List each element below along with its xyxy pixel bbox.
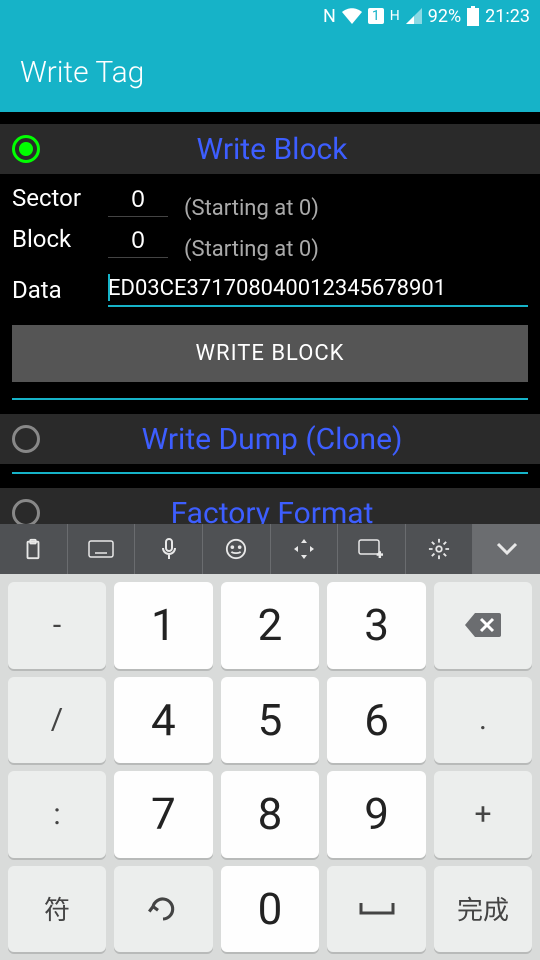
key-colon[interactable]: :: [8, 771, 106, 858]
key-0[interactable]: 0: [221, 866, 320, 953]
hint-block: (Starting at 0): [184, 225, 319, 262]
key-3[interactable]: 3: [327, 582, 426, 669]
write-block-button[interactable]: WRITE BLOCK: [12, 325, 528, 382]
keyboard-icon[interactable]: [68, 524, 136, 574]
key-backspace[interactable]: [434, 582, 532, 669]
signal-icon: [406, 8, 422, 24]
app-title-bar: Write Tag: [0, 32, 540, 112]
gear-icon[interactable]: [406, 524, 474, 574]
keyboard-settings-icon[interactable]: +: [338, 524, 406, 574]
row-sector: Sector (Starting at 0): [0, 182, 540, 223]
key-space[interactable]: [327, 866, 426, 953]
label-block: Block: [12, 225, 92, 253]
section-write-block[interactable]: Write Block: [0, 124, 540, 174]
input-data[interactable]: ED03CE371708040012345678901: [108, 272, 528, 307]
key-4[interactable]: 4: [114, 677, 213, 764]
sim-icon: 1: [368, 8, 384, 24]
key-slash[interactable]: /: [8, 677, 106, 764]
key-plus-side[interactable]: +: [434, 771, 532, 858]
collapse-keyboard-icon[interactable]: [473, 524, 540, 574]
section-write-dump[interactable]: Write Dump (Clone): [0, 414, 540, 464]
page-title: Write Tag: [20, 55, 144, 90]
network-type-icon: H: [390, 8, 400, 24]
clipboard-icon[interactable]: [0, 524, 68, 574]
label-data: Data: [12, 276, 92, 304]
row-block: Block (Starting at 0): [0, 223, 540, 264]
numeric-keyboard: - 1 2 3 / 4 5 6 . : 7 8 9 + 符 0 完成: [0, 574, 540, 960]
hint-sector: (Starting at 0): [184, 184, 319, 221]
battery-icon: [467, 6, 479, 26]
row-data: Data ED03CE371708040012345678901: [0, 270, 540, 309]
key-6[interactable]: 6: [327, 677, 426, 764]
key-5[interactable]: 5: [221, 677, 320, 764]
input-sector[interactable]: [108, 184, 168, 217]
divider: [12, 398, 528, 400]
battery-percent: 92%: [428, 6, 461, 27]
key-8[interactable]: 8: [221, 771, 320, 858]
section-title-write-block: Write Block: [16, 132, 528, 167]
clock: 21:23: [485, 6, 530, 27]
key-period-side[interactable]: .: [434, 677, 532, 764]
divider: [12, 472, 528, 474]
mic-icon[interactable]: [135, 524, 203, 574]
wifi-icon: [342, 8, 362, 24]
input-block[interactable]: [108, 225, 168, 258]
keyboard-toolbar: +: [0, 524, 540, 574]
section-title-write-dump: Write Dump (Clone): [16, 422, 528, 457]
emoji-icon[interactable]: [203, 524, 271, 574]
key-minus[interactable]: -: [8, 582, 106, 669]
key-1[interactable]: 1: [114, 582, 213, 669]
key-undo[interactable]: [114, 866, 213, 953]
nfc-icon: N: [323, 6, 336, 27]
svg-text:+: +: [377, 550, 383, 559]
label-sector: Sector: [12, 184, 92, 212]
status-bar: N 1 H 92% 21:23: [0, 0, 540, 32]
content-area: Write Block Sector (Starting at 0) Block…: [0, 112, 540, 538]
cursor-move-icon[interactable]: [271, 524, 339, 574]
key-done[interactable]: 完成: [434, 866, 532, 953]
key-symbols[interactable]: 符: [8, 866, 106, 953]
key-7[interactable]: 7: [114, 771, 213, 858]
key-2[interactable]: 2: [221, 582, 320, 669]
key-9[interactable]: 9: [327, 771, 426, 858]
